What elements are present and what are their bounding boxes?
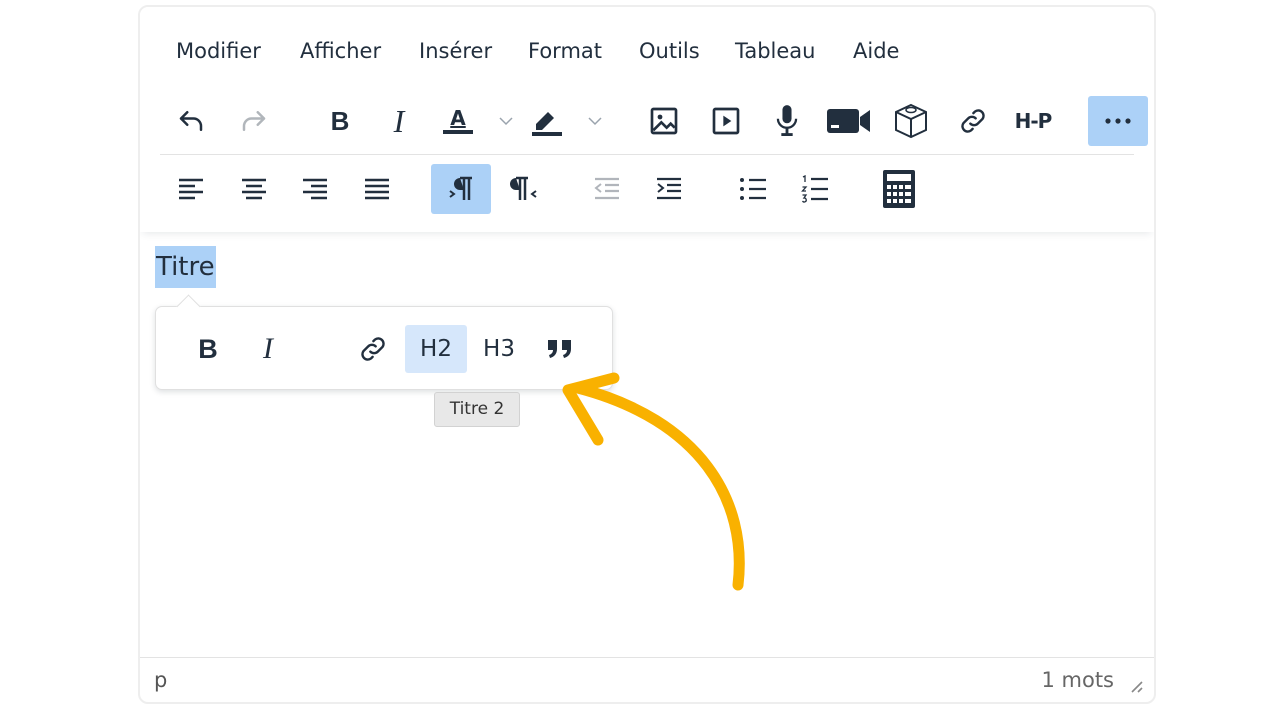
- menu-aide[interactable]: Aide: [853, 31, 899, 71]
- play-icon: [712, 107, 740, 135]
- undo-icon: [179, 111, 203, 131]
- insert-image-button[interactable]: [634, 96, 694, 146]
- h3-label: H3: [483, 336, 515, 362]
- menu-outils[interactable]: Outils: [639, 31, 700, 71]
- more-icon: [1105, 118, 1131, 124]
- selected-heading-text[interactable]: Titre: [155, 246, 216, 288]
- link-icon: [961, 109, 985, 133]
- cube-icon: [895, 103, 927, 139]
- bullet-list-icon: [740, 178, 766, 200]
- redo-icon: [242, 111, 266, 131]
- h2-label: H2: [420, 336, 452, 362]
- undo-button[interactable]: [161, 96, 221, 146]
- bold-button[interactable]: B: [310, 96, 370, 146]
- bold-icon: B: [198, 333, 218, 364]
- resize-handle-icon[interactable]: [1128, 678, 1144, 694]
- highlighter-icon: [532, 112, 562, 136]
- menu-afficher[interactable]: Afficher: [300, 31, 381, 71]
- align-left-button[interactable]: [161, 164, 221, 214]
- align-center-button[interactable]: [224, 164, 284, 214]
- calculator-icon: [883, 170, 915, 208]
- menu-tableau[interactable]: Tableau: [735, 31, 815, 71]
- ltr-icon: [449, 176, 472, 200]
- outdent-icon: [594, 177, 619, 200]
- h5p-button[interactable]: H-P: [1003, 96, 1063, 146]
- quick-italic-button[interactable]: I: [240, 325, 296, 373]
- menu-format[interactable]: Format: [528, 31, 602, 71]
- align-left-icon: [179, 178, 203, 200]
- italic-icon: I: [393, 102, 405, 139]
- align-right-icon: [303, 178, 327, 200]
- numbered-list-button[interactable]: [785, 164, 845, 214]
- image-icon: [650, 107, 678, 135]
- word-count[interactable]: 1 mots: [1041, 658, 1114, 702]
- align-center-icon: [242, 178, 266, 200]
- text-color-button[interactable]: A: [432, 96, 484, 146]
- indent-icon: [657, 177, 681, 200]
- ltr-button[interactable]: [431, 164, 491, 214]
- record-audio-button[interactable]: [757, 96, 817, 146]
- toolbar-separator: [160, 154, 1134, 155]
- statusbar: p 1 mots: [140, 657, 1154, 702]
- align-justify-button[interactable]: [347, 164, 407, 214]
- bold-icon: B: [330, 105, 350, 136]
- highlight-color-button[interactable]: [521, 96, 573, 146]
- quick-blockquote-button[interactable]: [531, 325, 589, 373]
- menu-inserer[interactable]: Insérer: [419, 31, 492, 71]
- align-right-button[interactable]: [285, 164, 345, 214]
- quick-toolbar-pointer: [176, 294, 201, 319]
- h5p-icon: H-P: [1014, 109, 1053, 133]
- numbered-list-icon: [801, 175, 828, 203]
- highlight-color-dropdown[interactable]: [583, 96, 607, 146]
- insert-media-button[interactable]: [696, 96, 756, 146]
- insert-link-button[interactable]: [943, 96, 1003, 146]
- text-color-dropdown[interactable]: [494, 96, 518, 146]
- italic-button[interactable]: I: [369, 96, 429, 146]
- quote-icon: [548, 340, 571, 358]
- text-color-icon: A: [443, 108, 473, 134]
- element-path[interactable]: p: [154, 658, 167, 702]
- insert-3d-button[interactable]: [881, 96, 941, 146]
- bullet-list-button[interactable]: [723, 164, 783, 214]
- align-justify-icon: [365, 178, 389, 200]
- quick-bold-button[interactable]: B: [180, 325, 236, 373]
- video-camera-icon: [827, 109, 870, 133]
- italic-icon: I: [263, 332, 273, 365]
- outdent-button[interactable]: [577, 164, 637, 214]
- rtl-icon: [510, 176, 537, 200]
- rtl-button[interactable]: [493, 164, 553, 214]
- microphone-icon: [776, 105, 798, 137]
- indent-button[interactable]: [639, 164, 699, 214]
- menu-modifier[interactable]: Modifier: [176, 31, 261, 71]
- quick-link-button[interactable]: [344, 325, 402, 373]
- chevron-down-icon: [588, 117, 602, 126]
- tooltip-titre-2: Titre 2: [434, 392, 520, 427]
- quick-h3-button[interactable]: H3: [470, 325, 528, 373]
- editor-content[interactable]: Titre B I H2 H3 Titre 2: [140, 232, 1154, 658]
- link-icon: [361, 337, 385, 361]
- quick-toolbar: B I H2 H3: [155, 294, 613, 390]
- record-video-button[interactable]: [819, 96, 879, 146]
- quick-h2-button[interactable]: H2: [405, 325, 467, 373]
- redo-button[interactable]: [224, 96, 284, 146]
- chevron-down-icon: [499, 117, 513, 126]
- rich-text-editor: Modifier Afficher Insérer Format Outils …: [138, 5, 1156, 704]
- calculator-button[interactable]: [869, 164, 929, 214]
- editor-header: Modifier Afficher Insérer Format Outils …: [140, 7, 1154, 232]
- more-button[interactable]: [1088, 96, 1148, 146]
